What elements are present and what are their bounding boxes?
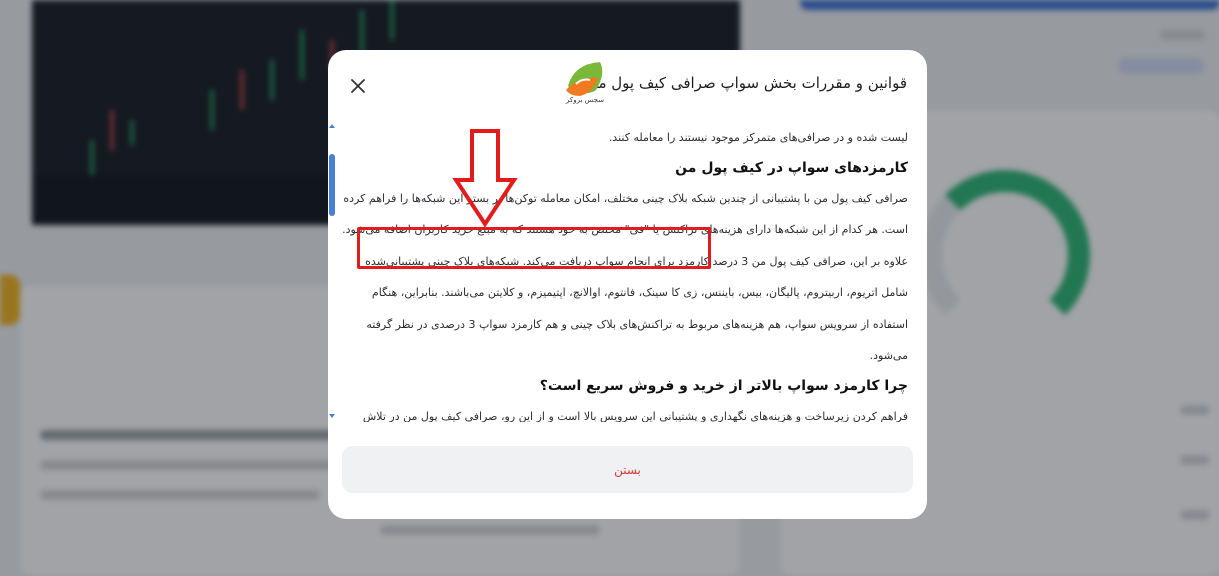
scroll-up-icon[interactable] xyxy=(328,122,336,130)
why-paragraph: فراهم کردن زیرساخت و هزینه‌های نگهداری و… xyxy=(362,409,908,423)
modal-title: قوانین و مقررات بخش سواپ صرافی کیف پول م… xyxy=(587,74,907,92)
modal-header: قوانین و مقررات بخش سواپ صرافی کیف پول م… xyxy=(328,50,927,120)
modal-body[interactable]: لیست شده و در صرافی‌های متمرکز موجود نیس… xyxy=(342,122,908,422)
highlight-annotation-box xyxy=(357,227,711,269)
fees-text-b: شبکه‌های بلاک چینی پشتیبانی‌شده شامل اتر… xyxy=(365,254,908,363)
rules-content: لیست شده و در صرافی‌های متمرکز موجود نیس… xyxy=(342,122,908,422)
close-icon[interactable] xyxy=(346,74,370,98)
scrollbar-thumb[interactable] xyxy=(329,154,335,216)
rules-modal: قوانین و مقررات بخش سواپ صرافی کیف پول م… xyxy=(328,50,927,519)
fees-paragraph: صرافی کیف پول من با پشتیبانی از چندین شب… xyxy=(342,183,908,372)
section-heading-fees: کارمزدهای سواپ در کیف پول من xyxy=(675,159,908,176)
close-footer-button[interactable]: بستن xyxy=(342,446,913,493)
scroll-down-icon[interactable] xyxy=(328,412,336,420)
brand-caption: سجس بروکر xyxy=(566,96,604,104)
close-button[interactable] xyxy=(346,74,370,98)
intro-paragraph: لیست شده و در صرافی‌های متمرکز موجود نیس… xyxy=(608,131,908,144)
down-arrow-annotation-icon xyxy=(452,129,518,228)
section-heading-why: چرا کارمزد سواپ بالاتر از خرید و فروش سر… xyxy=(539,377,908,394)
